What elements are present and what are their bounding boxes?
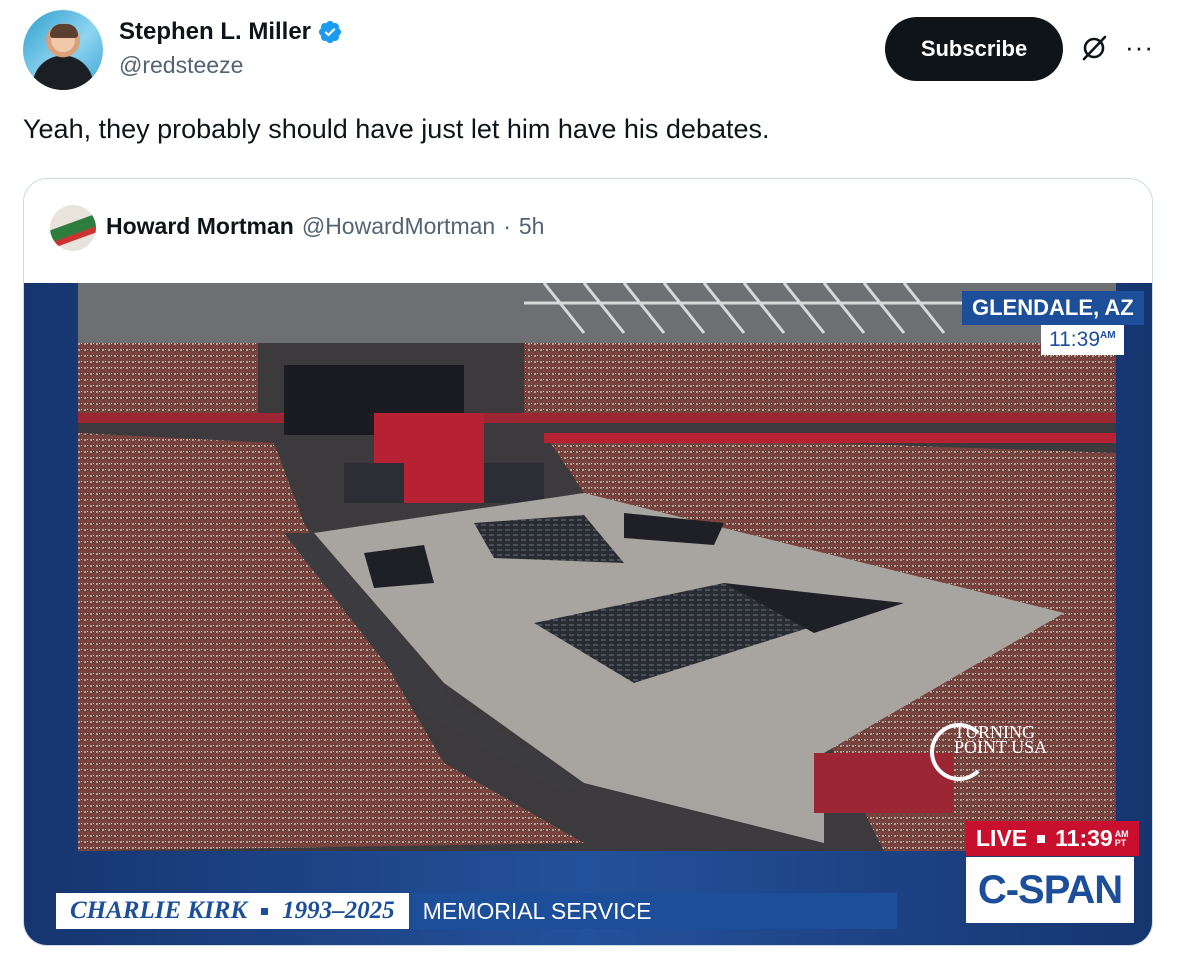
author-avatar[interactable] [23, 10, 103, 90]
lower-third-years: 1993–2025 [282, 897, 395, 924]
live-time-zone: PT [1114, 837, 1127, 848]
live-indicator: LIVE 11:39 AM PT [966, 821, 1139, 856]
location-label: GLENDALE, AZ [962, 291, 1144, 325]
lower-third-name: CHARLIE KIRK [70, 897, 248, 924]
turning-point-ring-icon [930, 723, 988, 781]
lower-third-name-block: CHARLIE KIRK 1993–2025 [56, 893, 409, 929]
more-icon[interactable]: ··· [1125, 34, 1154, 60]
cspan-logo: C-SPAN [966, 857, 1134, 923]
square-separator-icon [261, 907, 269, 915]
quoted-author-name[interactable]: Howard Mortman [106, 213, 294, 240]
lower-third-event: MEMORIAL SERVICE [408, 893, 897, 929]
local-time-label: 11:39AM [1041, 325, 1124, 355]
live-time: 11:39 [1055, 825, 1113, 851]
square-separator-icon [1037, 834, 1046, 843]
separator-dot: · [503, 213, 511, 239]
quoted-post-time[interactable]: 5h [519, 213, 545, 240]
verified-badge-icon [318, 20, 342, 44]
broadcast-video-still[interactable]: GLENDALE, AZ 11:39AM TURNING POINT USA L… [24, 283, 1152, 945]
turning-point-logo: TURNING POINT USA [930, 723, 1047, 781]
grok-icon[interactable] [1078, 32, 1110, 64]
author-name[interactable]: Stephen L. Miller [119, 18, 311, 46]
author-name-row[interactable]: Stephen L. Miller [119, 18, 343, 46]
local-time-suffix: AM [1100, 330, 1116, 341]
quoted-author-handle[interactable]: @HowardMortman [302, 213, 495, 240]
subscribe-button[interactable]: Subscribe [885, 17, 1063, 81]
local-time-value: 11:39 [1049, 328, 1100, 351]
quoted-post-card[interactable]: Howard Mortman @HowardMortman · 5h GLEND… [23, 178, 1153, 946]
quoted-author-avatar[interactable] [50, 205, 96, 251]
quoted-post-header: Howard Mortman @HowardMortman · 5h [106, 213, 544, 240]
author-handle[interactable]: @redsteeze [119, 52, 243, 79]
live-label: LIVE [976, 825, 1028, 851]
lower-third: CHARLIE KIRK 1993–2025 MEMORIAL SERVICE [56, 893, 897, 929]
post-text: Yeah, they probably should have just let… [23, 114, 770, 144]
